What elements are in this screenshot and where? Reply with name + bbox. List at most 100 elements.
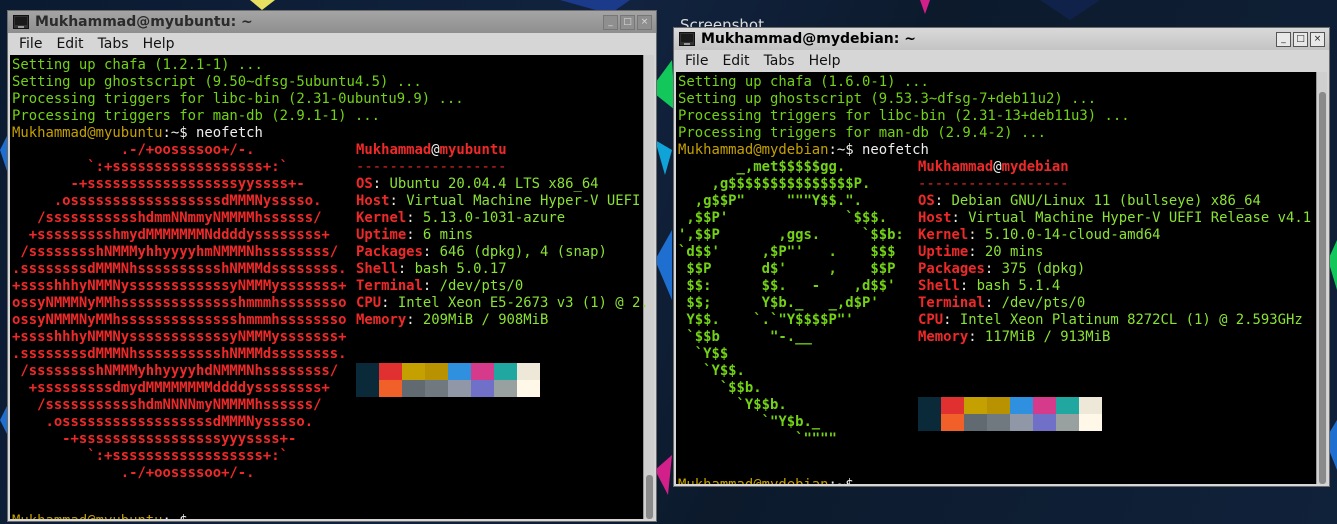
ascii-logo-text: `$$b "-.__ [678,329,812,345]
menu-edit[interactable]: Edit [715,53,756,69]
info-label: Packages [356,244,423,260]
neofetch-logo-line: -+ssssssssssssssssssyyssss+- [12,176,305,193]
color-palette-row [356,363,540,380]
neofetch-info-line: Kernel: 5.10.0-14-cloud-amd64 [918,227,1161,244]
neofetch-info-line: OS: Ubuntu 20.04.4 LTS x86_64 [356,176,599,193]
neofetch-info-line: Shell: bash 5.1.4 [918,278,1060,295]
terminal-output-line: Processing triggers for libc-bin (2.31-1… [678,108,1130,125]
neofetch-logo-line: ossyNMMMNyMMhsssssssssssssshmmmhssssssso [12,295,347,312]
neofetch-logo-line: ',$$P ,ggs. `$$b: [678,227,904,244]
info-value: Ubuntu 20.04.4 LTS x86_64 [389,176,599,192]
palette-swatch [1033,397,1056,414]
info-colon: : [422,244,440,260]
palette-swatch [1056,397,1079,414]
neofetch-logo-line: ossyNMMMNyMMhsssssssssssssshmmmhssssssso [12,312,347,329]
neofetch-logo-line: `Y$$ [678,346,728,363]
close-button[interactable]: × [637,14,652,30]
info-colon: : [951,210,969,226]
menu-file[interactable]: File [12,36,49,52]
menu-tabs[interactable]: Tabs [757,53,802,69]
terminal-prompt-line: Mukhammad@mydebian:~$ neofetch [678,142,929,159]
menu-tabs[interactable]: Tabs [91,36,136,52]
ascii-logo-text: .ssssssssdMMMNhsssssssssshNMMMdssssssss. [12,261,347,277]
info-label: Terminal [918,295,985,311]
terminal-final-prompt: Mukhammad@mydebian:~$ _ [678,477,870,484]
menu-file[interactable]: File [678,53,715,69]
ascii-logo-text: .-/+oossssoo+/-. [12,142,255,158]
host-name: mydebian [1001,159,1069,175]
prompt-path: :~$ [162,125,188,141]
menu-edit[interactable]: Edit [49,36,90,52]
close-button[interactable]: × [1310,31,1325,47]
maximize-button[interactable]: □ [1293,31,1308,47]
neofetch-logo-line: .ssssssssdMMMNhsssssssssshNMMMdssssssss. [12,346,347,363]
ubuntu-scrollbar[interactable] [643,55,654,519]
ubuntu-terminal-area[interactable]: Setting up chafa (1.2.1-1) ... Setting up… [10,55,654,519]
debian-scrollbar[interactable] [1316,72,1327,484]
debian-terminal-area[interactable]: Setting up chafa (1.6.0-1) ... Setting up… [676,72,1327,484]
palette-swatch [1079,397,1102,414]
minimize-button[interactable]: _ [603,14,618,30]
info-colon: : [984,295,1002,311]
neofetch-logo-line: ,g$$P" """Y$$.". [678,193,862,210]
neofetch-separator: ------------------ [356,159,507,176]
neofetch-logo-line: `d$$' ,$P"' . $$$ [678,244,895,261]
ascii-logo-text: `"""" [678,431,837,447]
neofetch-logo-line: ,g$$$$$$$$$$$$$$$P. [678,176,870,193]
ubuntu-scrollbar-thumb[interactable] [646,475,653,519]
debian-scrollbar-thumb[interactable] [1319,92,1326,484]
minimize-button[interactable]: _ [1276,31,1291,47]
palette-swatch [494,380,517,397]
info-label: Memory [918,329,969,345]
debian-terminal-window[interactable]: Mukhammad@mydebian: ~ _ □ × File Edit Ta… [673,27,1330,487]
info-colon: : [372,176,390,192]
neofetch-logo-line: .-/+oossssoo+/-. [12,465,255,482]
info-value: 6 mins [422,227,474,243]
host-at: @ [993,159,1002,175]
palette-swatch [941,397,964,414]
command-text: neofetch [853,142,929,158]
maximize-button[interactable]: □ [620,14,635,30]
neofetch-info-line: Packages: 375 (dpkg) [918,261,1085,278]
info-label: Uptime [356,227,407,243]
neofetch-logo-line: `:+ssssssssssssssssss+:` [12,159,288,176]
info-colon: : [968,329,985,345]
neofetch-info-line: CPU: Intel Xeon Platinum 8272CL (1) @ 2.… [918,312,1303,329]
info-value: /dev/pts/0 [439,278,524,294]
neofetch-info-line: Uptime: 6 mins [356,227,473,244]
menu-help[interactable]: Help [136,36,182,52]
debian-window-title: Mukhammad@mydebian: ~ [701,31,916,47]
prompt-user: Mukhammad@myubuntu [12,125,163,141]
neofetch-logo-line: +sssshhhyNMMNyssssssssssssyNMMMysssssss+ [12,278,347,295]
ascii-logo-text: $$; Y$b._ _,d$P' [678,295,879,311]
palette-swatch [356,380,379,397]
menu-help[interactable]: Help [802,53,848,69]
neofetch-info-line: OS: Debian GNU/Linux 11 (bullseye) x86_6… [918,193,1261,210]
neofetch-logo-line: /ssssssssssshdmNNNNmyNMMMMhssssss/ [12,397,321,414]
ascii-logo-text: .ossssssssssssssssssdMMMNysssso. [12,414,314,430]
debian-titlebar[interactable]: Mukhammad@mydebian: ~ _ □ × [674,28,1329,50]
neofetch-logo-line: -+sssssssssssssssssyyyssss+- [12,431,296,448]
palette-swatch [517,363,540,380]
neofetch-logo-line: +sssshhhyNMMNyssssssssssssyNMMMysssssss+ [12,329,347,346]
info-label: Kernel [918,227,969,243]
host-name: myubuntu [439,142,507,158]
palette-swatch [379,380,402,397]
ascii-logo-text: +sssssssssdmydMMMMMMMMddddyssssssss+ [12,380,330,396]
info-label: Uptime [918,244,969,260]
ubuntu-titlebar[interactable]: Mukhammad@myubuntu: ~ _ □ × [8,11,656,33]
ascii-logo-text: +sssshhhyNMMNyssssssssssssyNMMMysssssss+ [12,329,347,345]
ascii-logo-text: `:+ssssssssssssssssss+:` [12,159,288,175]
palette-swatch [471,363,494,380]
info-colon: : [406,210,423,226]
terminal-prompt-line: Mukhammad@myubuntu:~$ neofetch [12,125,263,142]
terminal-output-line: Processing triggers for man-db (2.9.4-2)… [678,125,1046,142]
neofetch-info-line: Terminal: /dev/pts/0 [356,278,523,295]
info-label: CPU [918,312,944,328]
ubuntu-terminal-window[interactable]: Mukhammad@myubuntu: ~ _ □ × File Edit Ta… [7,10,657,522]
ascii-logo-text: `:+ssssssssssssssssss+:` [12,448,288,464]
palette-swatch [987,397,1010,414]
neofetch-logo-line: $$; Y$b._ _,d$P' [678,295,879,312]
info-value: 20 mins [984,244,1044,260]
palette-swatch [987,414,1010,431]
